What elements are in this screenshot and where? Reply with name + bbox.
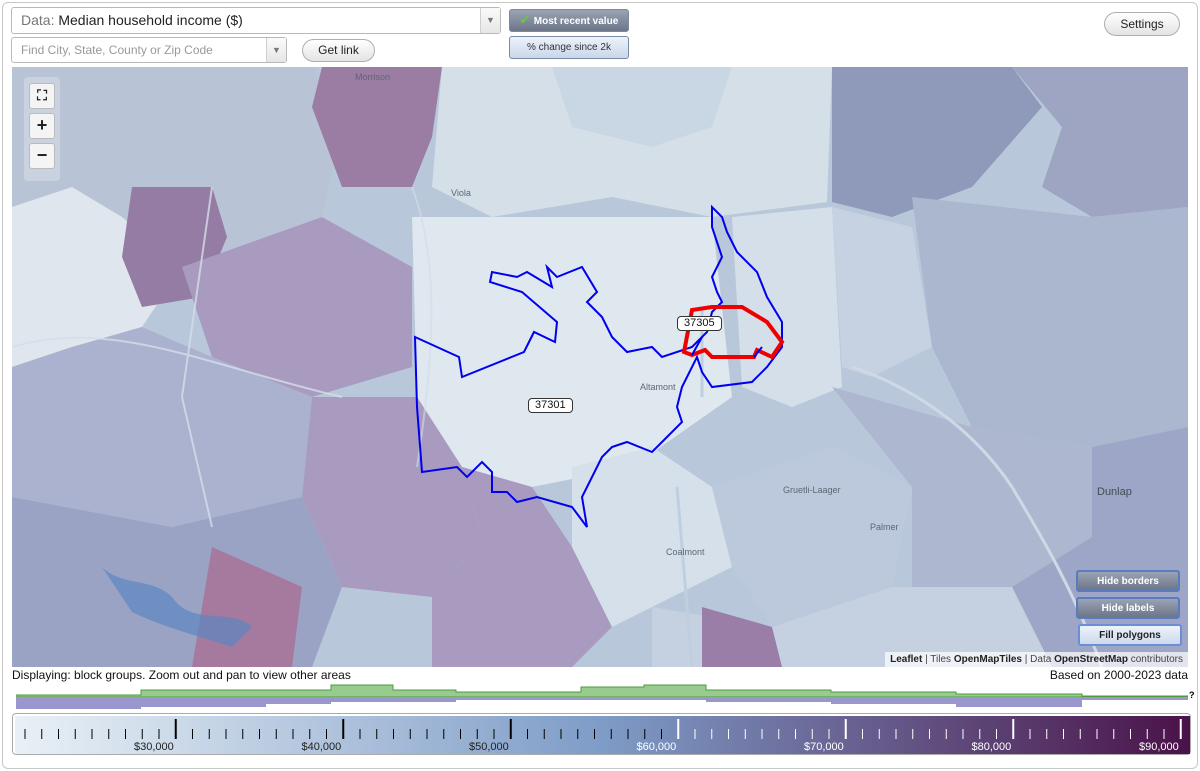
legend-tick-label: $80,000 [971, 741, 1011, 753]
legend-tick-label: $60,000 [636, 741, 676, 753]
data-prefix: Data: [21, 12, 55, 28]
checkmark-icon: ✔ [519, 13, 530, 27]
settings-button[interactable]: Settings [1104, 12, 1180, 36]
data-value: Median household income ($) [58, 12, 243, 28]
zoom-out-button[interactable]: − [29, 143, 55, 169]
map-view[interactable]: ⛶ + − Morrison Viola Altamont Gruetli-La… [12, 67, 1188, 667]
legend-tick-label: $90,000 [1139, 741, 1179, 753]
legend-tick-label: $40,000 [301, 741, 341, 753]
hide-labels-button[interactable]: Hide labels [1076, 597, 1180, 619]
contributors-text: contributors [1130, 654, 1183, 665]
fill-polygons-button[interactable]: Fill polygons [1078, 624, 1182, 646]
color-legend: $30,000 $40,000 $50,000 $60,000 $70,000 $80,0… [12, 713, 1191, 755]
distribution-histogram [16, 684, 1188, 709]
zip-label-37305[interactable]: 37305 [677, 316, 722, 331]
most-recent-label: Most recent value [533, 16, 619, 27]
help-icon[interactable]: ? [1189, 690, 1195, 700]
chevron-down-icon[interactable]: ▼ [266, 38, 286, 62]
map-canvas[interactable] [12, 67, 1188, 667]
legend-scale: $30,000 $40,000 $50,000 $60,000 $70,000 $80,0… [15, 716, 1190, 754]
chevron-down-icon[interactable]: ▼ [480, 8, 500, 33]
zip-label-37301[interactable]: 37301 [528, 398, 573, 413]
leaflet-link[interactable]: Leaflet [890, 654, 922, 665]
get-link-button[interactable]: Get link [302, 39, 375, 62]
zoom-in-button[interactable]: + [29, 113, 55, 139]
legend-tick-label: $30,000 [134, 741, 174, 753]
openstreetmap-link[interactable]: OpenStreetMap [1054, 654, 1128, 665]
fullscreen-icon[interactable]: ⛶ [29, 83, 55, 109]
percent-change-toggle[interactable]: % change since 2k [509, 36, 629, 59]
display-status: Displaying: block groups. Zoom out and p… [12, 668, 351, 682]
legend-tick-label: $50,000 [469, 741, 509, 753]
openmaptiles-link[interactable]: OpenMapTiles [954, 654, 1022, 665]
zoom-control: ⛶ + − [24, 77, 60, 181]
place-label: Morrison [355, 72, 391, 82]
map-attribution: Leaflet | Tiles OpenMapTiles | Data Open… [885, 652, 1188, 667]
legend-tick-label: $70,000 [804, 741, 844, 753]
location-search-input[interactable]: Find City, State, County or Zip Code ▼ [11, 37, 287, 63]
place-label: Altamont [640, 382, 676, 392]
place-label: Gruetli-Laager [783, 485, 841, 495]
search-placeholder: Find City, State, County or Zip Code [21, 43, 213, 57]
place-label: Palmer [870, 522, 899, 532]
place-label: Viola [451, 188, 471, 198]
tiles-prefix: | Tiles [925, 654, 952, 665]
data-selector[interactable]: Data: Median household income ($) ▼ [11, 7, 501, 34]
hide-borders-button[interactable]: Hide borders [1076, 570, 1180, 592]
most-recent-toggle[interactable]: ✔ Most recent value [509, 9, 629, 32]
place-label: Coalmont [666, 547, 705, 557]
data-range-note: Based on 2000-2023 data [1049, 668, 1188, 682]
place-label: Dunlap [1097, 486, 1132, 498]
data-prefix-attrib: | Data [1024, 654, 1052, 665]
